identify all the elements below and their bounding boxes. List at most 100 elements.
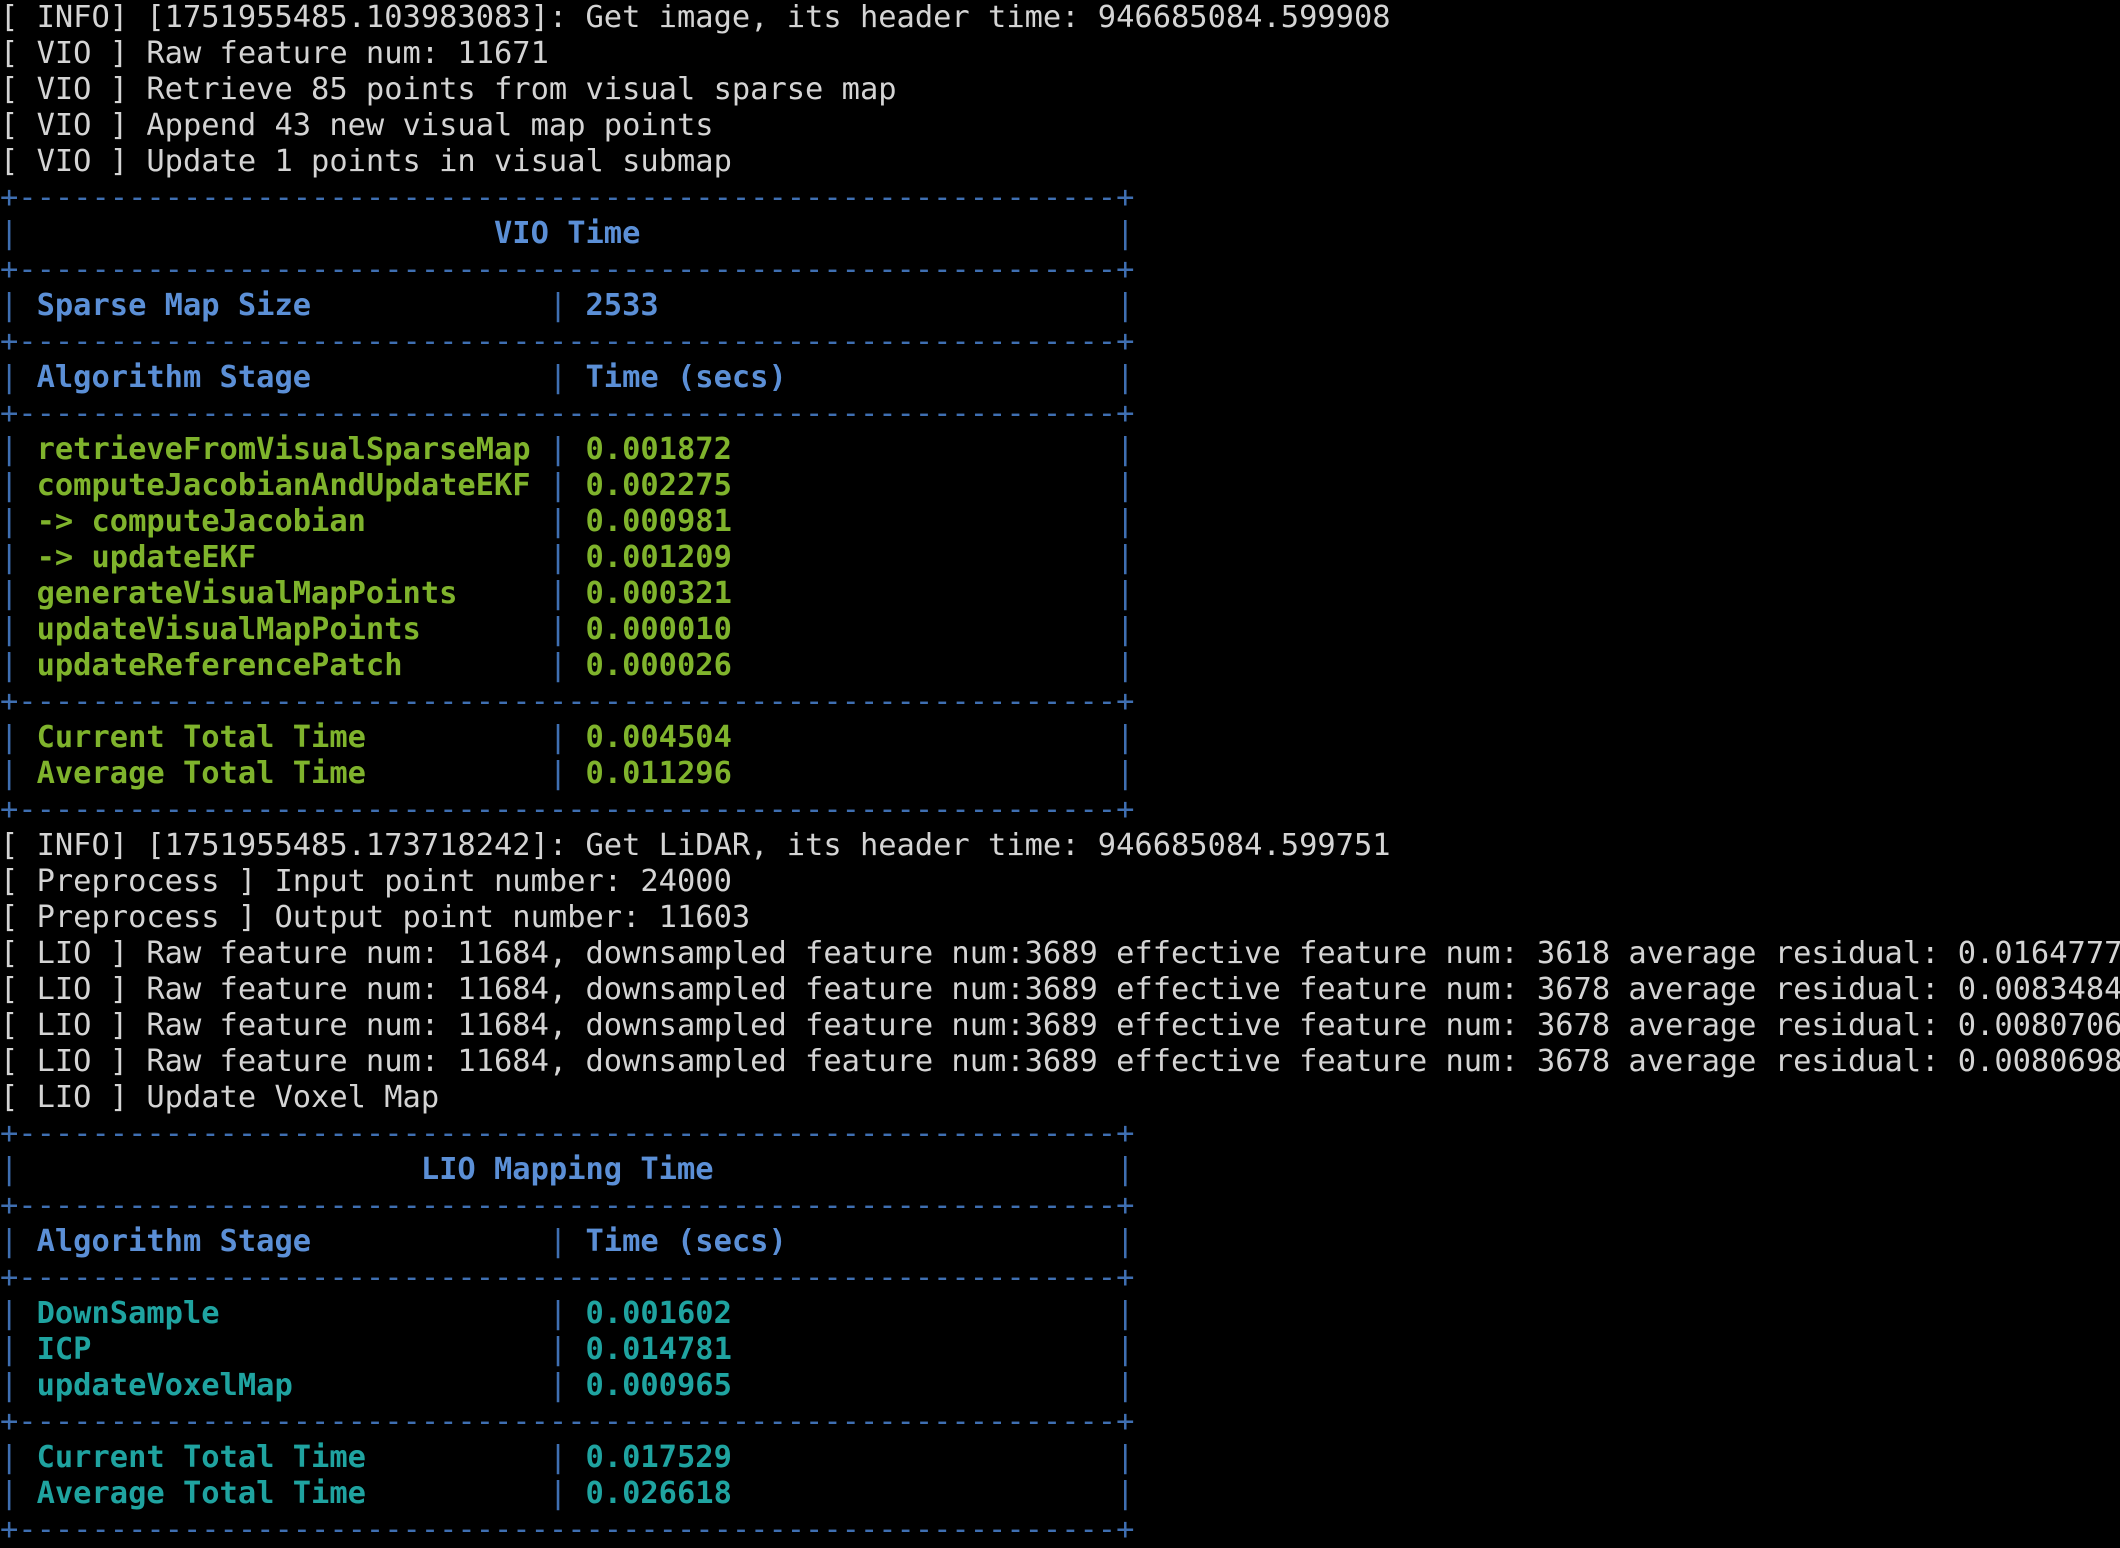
- log-line: [ INFO] [1751955485.103983083]: Get imag…: [0, 0, 1391, 36]
- log-line: [ VIO ] Append 43 new visual map points: [0, 108, 714, 144]
- border-pipe: |: [548, 576, 568, 611]
- border-pipe: |: [548, 1224, 568, 1259]
- vio-stage-row: | computeJacobianAndUpdateEKF | 0.002275…: [0, 468, 1134, 504]
- border-pipe: |: [1116, 504, 1135, 539]
- lio-stage-row: | ICP | 0.014781 |: [0, 1332, 1134, 1368]
- border-pipe: |: [548, 756, 568, 791]
- border-rule: +---------------------------------------…: [0, 684, 1135, 719]
- border-rule: +---------------------------------------…: [0, 1512, 1135, 1547]
- border-pipe: |: [0, 432, 19, 467]
- vio-stage-row-stage: updateVisualMapPoints: [18, 612, 549, 647]
- border-rule: +---------------------------------------…: [0, 1188, 1135, 1223]
- log-line: [ LIO ] Update Voxel Map: [0, 1080, 439, 1116]
- log-line: [ VIO ] Raw feature num: 11671: [0, 36, 549, 72]
- vio-stage-row: | updateReferencePatch | 0.000026 |: [0, 648, 1134, 684]
- lio-total-row: | Average Total Time | 0.026618 |: [0, 1476, 1134, 1512]
- border-pipe: |: [548, 540, 568, 575]
- vio-stage-row-stage: generateVisualMapPoints: [18, 576, 549, 611]
- border-pipe: |: [0, 612, 19, 647]
- border-pipe: |: [1116, 288, 1135, 323]
- lio-stage-row-stage: ICP: [18, 1332, 549, 1367]
- vio-stage-row-time: 0.001209: [567, 540, 1117, 575]
- vio-stage-row-stage: retrieveFromVisualSparseMap: [18, 432, 549, 467]
- border-rule: +---------------------------------------…: [0, 1404, 1135, 1439]
- lio-stage-row-stage: updateVoxelMap: [18, 1368, 549, 1403]
- border-pipe: |: [1116, 1440, 1135, 1475]
- log-line: [ Preprocess ] Output point number: 1160…: [0, 900, 750, 936]
- header-row-stage: Algorithm Stage: [18, 1224, 549, 1259]
- border-pipe: |: [0, 1440, 19, 1475]
- border-rule: +---------------------------------------…: [0, 396, 1135, 431]
- lio-total-row-time: 0.026618: [567, 1476, 1117, 1511]
- border-pipe: |: [548, 432, 568, 467]
- border-pipe: |: [0, 1476, 19, 1511]
- border-pipe: |: [548, 1368, 568, 1403]
- lio-total-row-stage: Current Total Time: [18, 1440, 549, 1475]
- border-pipe: |: [0, 720, 19, 755]
- border-pipe: |: [1116, 1296, 1135, 1331]
- lio-stage-row-stage: DownSample: [18, 1296, 549, 1331]
- table-border: +---------------------------------------…: [0, 1188, 1134, 1224]
- lio-total-row-time: 0.017529: [567, 1440, 1117, 1475]
- vio-stage-row-time: 0.001872: [567, 432, 1117, 467]
- lio-stage-row: | updateVoxelMap | 0.000965 |: [0, 1368, 1134, 1404]
- border-pipe: |: [1116, 1152, 1135, 1187]
- border-pipe: |: [548, 720, 568, 755]
- log-line: [ Preprocess ] Input point number: 24000: [0, 864, 732, 900]
- vio-stage-row-time: 0.000010: [567, 612, 1117, 647]
- lio-stage-row-time: 0.001602: [567, 1296, 1117, 1331]
- border-rule: +---------------------------------------…: [0, 252, 1135, 287]
- border-pipe: |: [1116, 1368, 1135, 1403]
- log-text: [ VIO ] Raw feature num: 11671: [0, 36, 549, 71]
- vio-stage-row-time: 0.000026: [567, 648, 1117, 683]
- log-line: [ LIO ] Raw feature num: 11684, downsamp…: [0, 1044, 2120, 1080]
- border-pipe: |: [548, 1440, 568, 1475]
- border-pipe: |: [0, 1152, 19, 1187]
- border-pipe: |: [548, 1332, 568, 1367]
- terminal-window: [ INFO] [1751955485.103983083]: Get imag…: [0, 0, 2120, 1547]
- log-line: [ INFO] [1751955485.173718242]: Get LiDA…: [0, 828, 1391, 864]
- lio-total-row-stage: Average Total Time: [18, 1476, 549, 1511]
- map-size-row: | Sparse Map Size | 2533 |: [0, 288, 1134, 324]
- border-pipe: |: [1116, 432, 1135, 467]
- table-border: +---------------------------------------…: [0, 792, 1134, 828]
- border-pipe: |: [1116, 360, 1135, 395]
- border-pipe: |: [548, 612, 568, 647]
- log-text: [ LIO ] Raw feature num: 11684, downsamp…: [0, 936, 2120, 971]
- log-text: [ Preprocess ] Output point number: 1160…: [0, 900, 751, 935]
- border-pipe: |: [548, 1296, 568, 1331]
- log-text: [ INFO] [1751955485.173718242]: Get LiDA…: [0, 828, 1391, 863]
- border-pipe: |: [1116, 612, 1135, 647]
- vio-stage-row: | -> updateEKF | 0.001209 |: [0, 540, 1134, 576]
- lio-stage-row-time: 0.000965: [567, 1368, 1117, 1403]
- border-pipe: |: [0, 288, 19, 323]
- table-border: +---------------------------------------…: [0, 180, 1134, 216]
- vio-stage-row: | updateVisualMapPoints | 0.000010 |: [0, 612, 1134, 648]
- log-line: [ LIO ] Raw feature num: 11684, downsamp…: [0, 972, 2120, 1008]
- log-line: [ VIO ] Retrieve 85 points from visual s…: [0, 72, 897, 108]
- border-pipe: |: [548, 360, 568, 395]
- log-line: [ LIO ] Raw feature num: 11684, downsamp…: [0, 1008, 2120, 1044]
- border-pipe: |: [1116, 648, 1135, 683]
- border-rule: +---------------------------------------…: [0, 1116, 1135, 1151]
- table-border: +---------------------------------------…: [0, 396, 1134, 432]
- border-pipe: |: [1116, 720, 1135, 755]
- header-row: | Algorithm Stage | Time (secs) |: [0, 1224, 1134, 1260]
- vio-total-row-time: 0.011296: [567, 756, 1117, 791]
- map-size-row-time: 2533: [567, 288, 1117, 323]
- header-row-time: Time (secs): [567, 360, 1117, 395]
- lio-total-row: | Current Total Time | 0.017529 |: [0, 1440, 1134, 1476]
- table-border: +---------------------------------------…: [0, 252, 1134, 288]
- header-row-stage: Algorithm Stage: [18, 360, 549, 395]
- border-pipe: |: [548, 648, 568, 683]
- border-pipe: |: [0, 1368, 19, 1403]
- border-pipe: |: [548, 504, 568, 539]
- vio-total-row-stage: Current Total Time: [18, 720, 549, 755]
- border-pipe: |: [0, 504, 19, 539]
- vio-stage-row: | generateVisualMapPoints | 0.000321 |: [0, 576, 1134, 612]
- vio-stage-row-stage: -> updateEKF: [18, 540, 549, 575]
- border-pipe: |: [0, 648, 19, 683]
- border-pipe: |: [0, 576, 19, 611]
- vio-total-row: | Current Total Time | 0.004504 |: [0, 720, 1134, 756]
- border-pipe: |: [0, 468, 19, 503]
